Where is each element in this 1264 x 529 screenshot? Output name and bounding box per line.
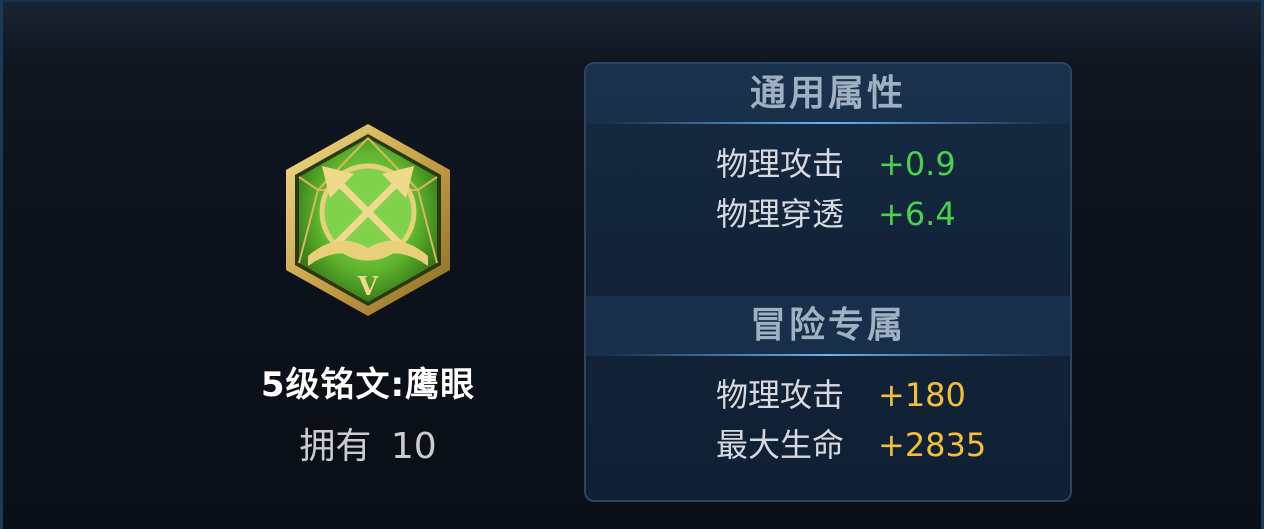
stat-label: 物理攻击: [716, 145, 845, 183]
stat-value: +6.4: [878, 195, 956, 233]
rune-item: V 5级铭文:鹰眼 拥有 10: [203, 112, 533, 472]
adventure-exclusive-title: 冒险专属: [749, 305, 906, 346]
stat-row: 最大生命 +2835: [586, 421, 1070, 469]
stat-label: 物理攻击: [716, 376, 845, 414]
stat-value: +0.9: [878, 145, 956, 183]
stat-value: +180: [878, 376, 966, 414]
stat-row: 物理攻击 +180: [586, 371, 1070, 419]
stat-row: 物理攻击 +0.9: [586, 140, 1070, 188]
header-divider: [606, 354, 1050, 356]
owned-label: 拥有: [299, 426, 372, 467]
owned-count-line: 拥有 10: [203, 417, 533, 469]
stat-label: 最大生命: [716, 426, 845, 464]
hawk-eye-rune-icon: V: [286, 124, 450, 316]
stat-row: 物理穿透 +6.4: [586, 190, 1070, 238]
top-glow: [3, 2, 1261, 62]
owned-count: 10: [390, 426, 437, 467]
adventure-exclusive-header: 冒险专属: [586, 296, 1070, 356]
rune-name: 5级铭文:鹰眼: [260, 365, 476, 405]
rune-detail-screen: V 5级铭文:鹰眼 拥有 10 通用属性 物理攻击 +0.9 物理穿透 +6.4…: [0, 0, 1264, 529]
header-divider: [606, 122, 1050, 124]
stat-value: +2835: [878, 426, 987, 464]
tier-numeral: V: [357, 272, 379, 302]
stat-label: 物理穿透: [716, 195, 845, 233]
general-attributes-header: 通用属性: [586, 64, 1070, 124]
attribute-panel: 通用属性 物理攻击 +0.9 物理穿透 +6.4 冒险专属 物理攻击 +180 …: [584, 62, 1072, 502]
general-attributes-title: 通用属性: [749, 73, 906, 114]
